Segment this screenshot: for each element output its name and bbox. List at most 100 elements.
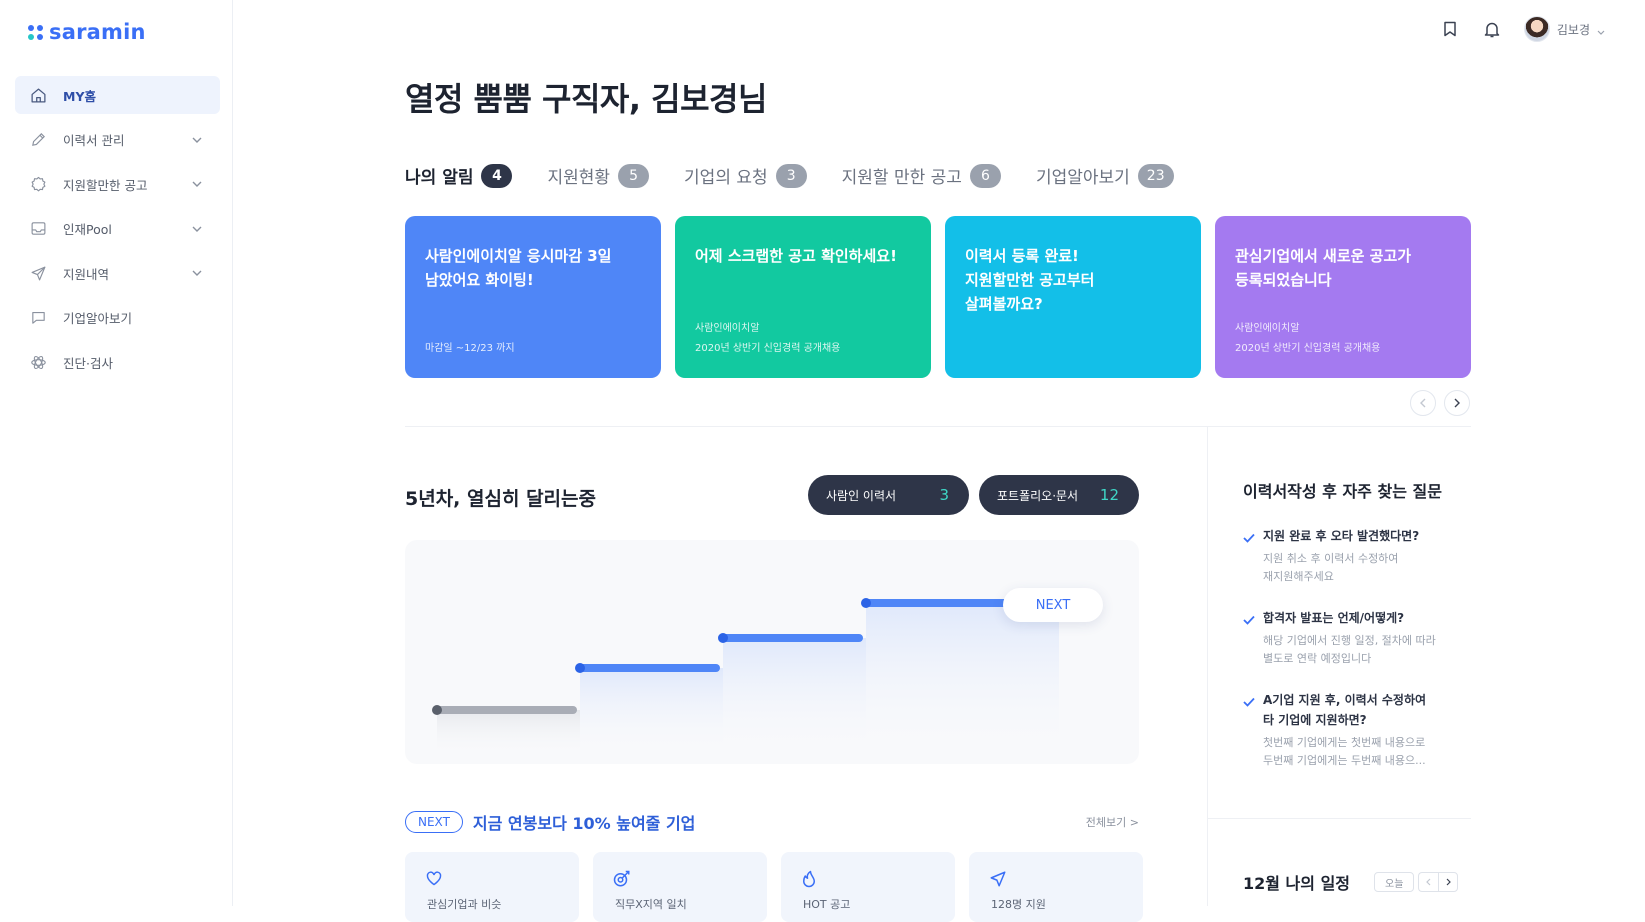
sidebar-item-label: 진단·검사: [63, 355, 113, 371]
faq-panel: 이력서작성 후 자주 찾는 질문 지원 완료 후 오타 발견했다면? 지원 취소…: [1243, 478, 1473, 792]
target-icon: [613, 870, 631, 892]
next-step-chip[interactable]: NEXT: [1003, 588, 1103, 622]
sidebar-item-applications[interactable]: 지원내역: [15, 254, 220, 292]
sidebar-item-company-research[interactable]: 기업알아보기: [15, 299, 220, 337]
tab-label: 기업의 요청: [684, 168, 768, 188]
tab-company-requests[interactable]: 기업의 요청 3: [684, 163, 807, 188]
recommend-card[interactable]: HOT 공고: [781, 852, 955, 922]
tab-label: 기업알아보기: [1035, 168, 1130, 188]
carousel-nav: [1410, 390, 1470, 416]
schedule-prev-button[interactable]: [1418, 872, 1439, 892]
sidebar-item-label: 기업알아보기: [63, 311, 133, 326]
next-recommend-title: 지금 연봉보다 10% 높여줄 기업: [472, 814, 696, 833]
carousel-next-button[interactable]: [1444, 390, 1470, 416]
card-subtitle: 사람인에이치알 2020년 상반기 신입경력 공개채용: [1235, 323, 1381, 354]
alert-card[interactable]: 사람인에이치알 응시마감 3일 남았어요 화이팅! 마감일 ~12/23 까지: [405, 216, 661, 378]
logo-text: saramin: [49, 20, 146, 44]
sidebar-item-diagnosis[interactable]: 진단·검사: [15, 343, 220, 381]
career-title: 5년차, 열심히 달리는중: [405, 488, 596, 510]
step-area: [723, 638, 866, 755]
sidebar-item-label: 지원내역: [63, 266, 110, 282]
faq-item[interactable]: 지원 완료 후 오타 발견했다면? 지원 취소 후 이력서 수정하여 재지원해주…: [1243, 526, 1473, 586]
career-steps-graphic: [432, 598, 1059, 755]
tab-count-badge: 5: [618, 163, 650, 188]
tab-count-badge: 23: [1137, 163, 1174, 188]
recommend-card[interactable]: 직무X지역 일치: [593, 852, 767, 922]
document-pills: 사람인 이력서 3 포트폴리오·문서 12: [808, 475, 1139, 515]
recommend-card-label: HOT 공고: [803, 898, 851, 911]
home-icon: [29, 86, 47, 104]
alert-card[interactable]: 이력서 등록 완료! 지원할만한 공고부터 살펴볼까요?: [945, 216, 1201, 378]
card-subtitle: 사람인에이치알 2020년 상반기 신입경력 공개채용: [695, 323, 841, 354]
chevron-right-icon: [1446, 878, 1451, 886]
faq-question: 합격자 발표는 언제/어떻게?: [1263, 611, 1405, 625]
faq-question: 지원 완료 후 오타 발견했다면?: [1263, 529, 1420, 543]
pill-count: 12: [1099, 486, 1119, 504]
sidebar-nav: MY홈 이력서 관리 지원할만한 공고 인재Pool 지원내역 기업알아보기 진…: [15, 76, 220, 388]
saramin-logo[interactable]: saramin: [28, 20, 146, 44]
fire-icon: [801, 870, 817, 892]
section-divider: [405, 426, 1471, 427]
column-divider: [1207, 426, 1208, 906]
main-content: 열정 뿜뿜 구직자, 김보경님 나의 알림 4 지원현황 5 기업의 요청 3 …: [405, 0, 1475, 922]
sidebar-item-resume-manage[interactable]: 이력서 관리: [15, 121, 220, 159]
step-dot: [718, 633, 728, 643]
card-title: 사람인에이치알 응시마감 3일 남았어요 화이팅!: [425, 247, 612, 289]
step-area: [437, 710, 580, 755]
check-icon: [1243, 690, 1263, 770]
next-recommend-header: NEXT 지금 연봉보다 10% 높여줄 기업 전체보기 >: [405, 810, 1139, 834]
faq-item[interactable]: 합격자 발표는 언제/어떻게? 해당 기업에서 진행 일정, 절차에 따라 별도…: [1243, 608, 1473, 668]
bell-icon[interactable]: [1482, 19, 1502, 39]
portfolio-count-button[interactable]: 포트폴리오·문서 12: [979, 475, 1139, 515]
recommend-card-label: 관심기업과 비슷: [427, 898, 502, 911]
tab-recommended-jobs[interactable]: 지원할 만한 공고 6: [842, 163, 1001, 188]
profile-name: 김보경: [1556, 22, 1590, 37]
sidebar-item-label: 인재Pool: [63, 222, 112, 237]
faq-question: A기업 지원 후, 이력서 수정하여 타 기업에 지원하면?: [1263, 693, 1427, 727]
tab-label: 지원할 만한 공고: [841, 168, 962, 188]
pill-label: 사람인 이력서: [826, 488, 897, 503]
tab-my-alerts[interactable]: 나의 알림 4: [405, 163, 513, 188]
avatar: [1523, 16, 1550, 42]
card-title: 이력서 등록 완료! 지원할만한 공고부터 살펴볼까요?: [965, 247, 1095, 313]
profile-menu[interactable]: 김보경: [1523, 16, 1605, 42]
view-all-link[interactable]: 전체보기 >: [1086, 814, 1139, 830]
schedule-title: 12월 나의 일정: [1243, 874, 1351, 893]
faq-answer: 지원 취소 후 이력서 수정하여 재지원해주세요: [1263, 552, 1399, 583]
sidebar-item-my-home[interactable]: MY홈: [15, 76, 220, 114]
tab-company-research[interactable]: 기업알아보기 23: [1036, 163, 1174, 188]
sidebar-item-label: 이력서 관리: [63, 133, 125, 148]
alert-card[interactable]: 관심기업에서 새로운 공고가 등록되었습니다 사람인에이치알 2020년 상반기…: [1215, 216, 1471, 378]
step-dot: [432, 705, 442, 715]
tab-count-badge: 3: [775, 163, 807, 188]
recommend-card[interactable]: 관심기업과 비슷: [405, 852, 579, 922]
career-progress-chart: NEXT: [405, 540, 1139, 764]
tab-label: 지원현황: [547, 168, 611, 188]
resume-count-button[interactable]: 사람인 이력서 3: [808, 475, 969, 515]
alert-card[interactable]: 어제 스크랩한 공고 확인하세요! 사람인에이치알 2020년 상반기 신입경력…: [675, 216, 931, 378]
pencil-icon: [29, 131, 47, 149]
logo-mark-icon: [28, 24, 43, 40]
faq-answer: 해당 기업에서 진행 일정, 절차에 따라 별도로 연락 예정입니다: [1263, 634, 1436, 665]
sidebar-item-recommended-jobs[interactable]: 지원할만한 공고: [15, 165, 220, 203]
schedule-header: 12월 나의 일정 오늘: [1243, 870, 1459, 894]
send-icon: [29, 264, 47, 282]
send-icon: [989, 871, 1007, 892]
carousel-prev-button[interactable]: [1410, 390, 1436, 416]
chevron-down-icon: [1597, 20, 1605, 39]
section-divider: [1208, 818, 1471, 819]
notification-tabs: 나의 알림 4 지원현황 5 기업의 요청 3 지원할 만한 공고 6 기업알아…: [405, 163, 1209, 188]
tab-application-status[interactable]: 지원현황 5: [547, 163, 650, 188]
chevron-left-icon: [1420, 398, 1426, 408]
faq-item[interactable]: A기업 지원 후, 이력서 수정하여 타 기업에 지원하면? 첫번째 기업에게는…: [1243, 690, 1473, 770]
chevron-left-icon: [1426, 878, 1431, 886]
today-button[interactable]: 오늘: [1374, 872, 1415, 892]
next-badge: NEXT: [405, 811, 463, 833]
schedule-next-button[interactable]: [1438, 872, 1459, 892]
card-title: 어제 스크랩한 공고 확인하세요!: [695, 247, 897, 265]
pill-count: 3: [939, 486, 949, 504]
sidebar-item-talent-pool[interactable]: 인재Pool: [15, 210, 220, 248]
recommend-card[interactable]: 128명 지원: [969, 852, 1143, 922]
chat-icon: [29, 309, 47, 327]
atom-icon: [29, 353, 47, 371]
